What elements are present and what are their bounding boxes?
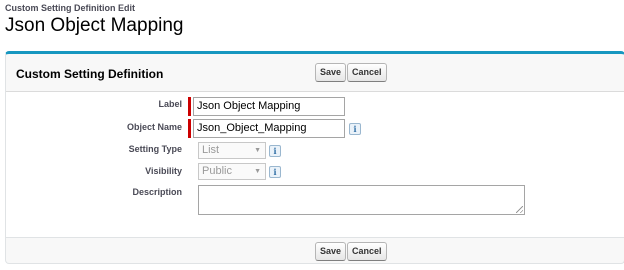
object-name-input[interactable]: Json_Object_Mapping — [193, 119, 345, 138]
info-icon[interactable]: i — [269, 145, 281, 157]
label-input[interactable]: Json Object Mapping — [193, 97, 345, 116]
required-indicator — [188, 119, 191, 138]
panel-title: Custom Setting Definition — [16, 67, 164, 81]
visibility-select[interactable]: Public ▼ — [198, 163, 266, 180]
description-field-label: Description — [132, 187, 182, 197]
object-name-field-label: Object Name — [126, 122, 182, 132]
save-button-bottom[interactable]: Save — [315, 242, 347, 261]
info-icon[interactable]: i — [349, 123, 361, 135]
label-field-label: Label — [158, 99, 182, 109]
resize-grip-icon[interactable] — [516, 206, 523, 213]
chevron-down-icon: ▼ — [254, 168, 261, 175]
required-indicator — [188, 97, 191, 116]
visibility-selected-value: Public — [202, 165, 232, 177]
panel-footer: Save Cancel — [6, 237, 624, 264]
setting-type-select[interactable]: List ▼ — [198, 142, 266, 159]
custom-setting-panel: Custom Setting Definition Save Cancel Sa… — [5, 51, 624, 264]
chevron-down-icon: ▼ — [254, 147, 261, 154]
cancel-button-bottom[interactable]: Cancel — [347, 242, 387, 261]
setting-type-field-label: Setting Type — [128, 144, 182, 154]
cancel-button-top[interactable]: Cancel — [347, 63, 387, 82]
info-icon[interactable]: i — [269, 166, 281, 178]
description-textarea[interactable] — [198, 185, 525, 215]
page-title: Json Object Mapping — [5, 15, 184, 36]
visibility-field-label: Visibility — [145, 166, 182, 176]
save-button-top[interactable]: Save — [315, 63, 347, 82]
panel-header: Custom Setting Definition Save Cancel — [6, 54, 624, 92]
setting-type-selected-value: List — [202, 144, 220, 156]
breadcrumb: Custom Setting Definition Edit — [5, 3, 135, 13]
